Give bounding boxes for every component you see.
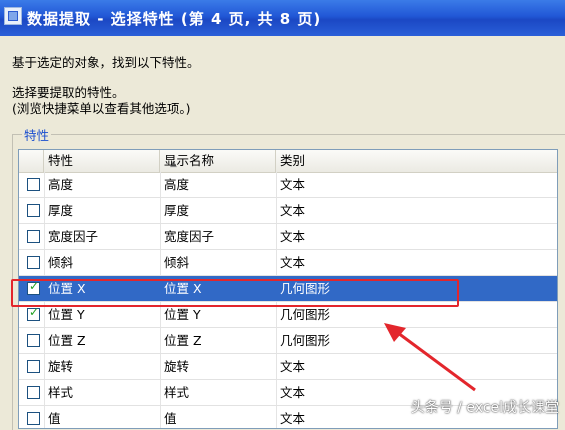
annotation-arrow-icon (384, 323, 476, 392)
display-name-cell: 高度 (164, 177, 190, 192)
row-checkbox[interactable] (27, 360, 40, 373)
property-cell: 宽度因子 (48, 229, 99, 244)
display-name-cell: 宽度因子 (164, 229, 215, 244)
property-cell: 值 (48, 411, 61, 426)
display-name-cell: 值 (164, 411, 177, 426)
category-cell: 文本 (280, 255, 306, 270)
table-row[interactable]: 宽度因子 宽度因子 文本 (19, 224, 557, 250)
row-checkbox[interactable] (27, 178, 40, 191)
table-header: 特性 ▲ 显示名称 类别 (19, 150, 557, 173)
property-cell: 高度 (48, 177, 74, 192)
category-cell: 文本 (280, 177, 306, 192)
display-name-cell: 旋转 (164, 359, 190, 374)
watermark: 头条号 / excel成长课堂 (410, 400, 559, 416)
category-cell: 文本 (280, 229, 306, 244)
category-cell: 文本 (280, 359, 306, 374)
window-title: 数据提取 - 选择特性 (第 4 页, 共 8 页) (27, 10, 322, 28)
display-name-cell: 样式 (164, 385, 190, 400)
property-cell: 倾斜 (48, 255, 74, 270)
row-checkbox[interactable] (27, 305, 40, 321)
row-checkbox[interactable] (27, 230, 40, 243)
header-property[interactable]: 特性 ▲ (44, 150, 177, 172)
row-checkbox[interactable] (27, 204, 40, 217)
properties-group-label: 特性 (22, 125, 52, 144)
header-category-label: 类别 (280, 153, 306, 168)
description-line-3: (浏览快捷菜单以查看其他选项。) (12, 101, 191, 116)
category-cell: 文本 (280, 203, 306, 218)
header-display-name-label: 显示名称 (164, 153, 215, 168)
row-checkbox[interactable] (27, 412, 40, 425)
category-cell: 文本 (280, 385, 306, 400)
category-cell: 文本 (280, 411, 306, 426)
header-category[interactable]: 类别 (276, 150, 557, 172)
category-cell: 几何图形 (280, 333, 331, 348)
row-checkbox[interactable] (27, 334, 40, 347)
property-cell: 旋转 (48, 359, 74, 374)
table-row[interactable]: 高度 高度 文本 (19, 172, 557, 198)
property-cell: 样式 (48, 385, 74, 400)
app-icon (4, 7, 22, 25)
description-line-1: 基于选定的对象，找到以下特性。 (12, 55, 200, 70)
row-checkbox[interactable] (27, 386, 40, 399)
header-display-name[interactable]: 显示名称 (160, 150, 276, 172)
row-checkbox[interactable] (27, 256, 40, 269)
header-property-label: 特性 (48, 153, 74, 168)
property-cell: 位置 Z (48, 333, 86, 348)
display-name-cell: 倾斜 (164, 255, 190, 270)
display-name-cell: 厚度 (164, 203, 190, 218)
annotation-highlight-box (11, 279, 459, 307)
title-bar: 数据提取 - 选择特性 (第 4 页, 共 8 页) (0, 0, 565, 36)
property-cell: 厚度 (48, 203, 74, 218)
header-checkbox-column[interactable] (19, 150, 44, 172)
display-name-cell: 位置 Z (164, 333, 202, 348)
table-row[interactable]: 倾斜 倾斜 文本 (19, 250, 557, 276)
table-row[interactable]: 厚度 厚度 文本 (19, 198, 557, 224)
